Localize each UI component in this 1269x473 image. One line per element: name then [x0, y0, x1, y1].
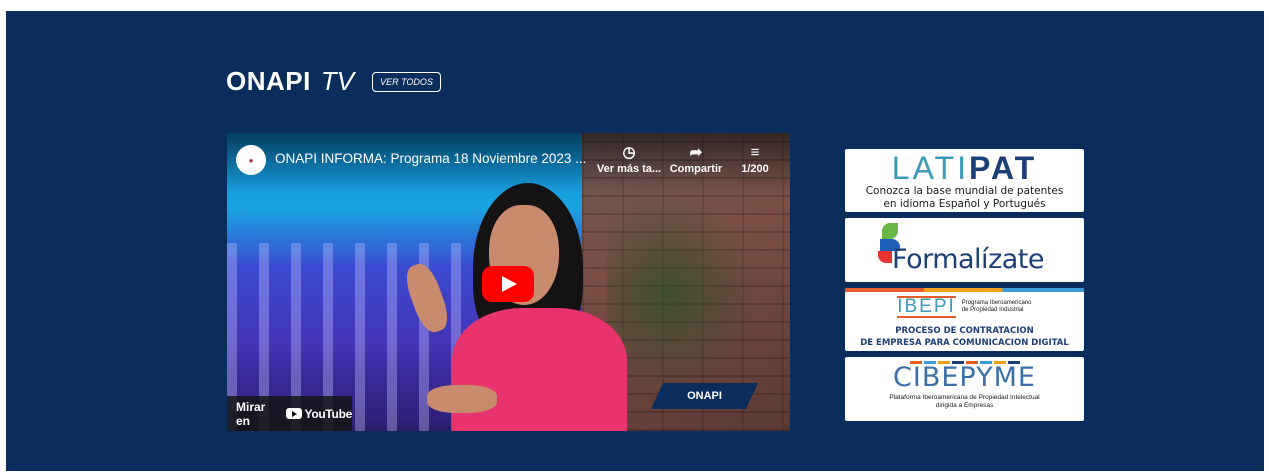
video-thumbnail-hand	[427, 385, 497, 413]
playlist-button[interactable]: ≡ 1/200	[735, 143, 775, 175]
cibepyme-logo: CIBEPYME	[893, 362, 1036, 393]
cibepyme-line1: Plataforma Iberoamericana de Propiedad I…	[889, 394, 1040, 401]
watch-on-label: Mirar en	[236, 399, 266, 428]
youtube-logo: YouTube	[285, 406, 353, 421]
ibepi-title-line2: DE EMPRESA PARA COMUNICACION DIGITAL	[860, 338, 1069, 348]
ibepi-banner[interactable]: IBEPI Programa Iberoamericano de Propied…	[845, 288, 1084, 351]
playlist-icon: ≡	[750, 144, 760, 161]
youtube-video-embed[interactable]: ● ONAPI INFORMA: Programa 18 Noviembre 2…	[227, 133, 790, 431]
brand-tv-label: TV	[320, 66, 355, 96]
formalizate-logo: Formalízate	[892, 244, 1044, 275]
watch-on-youtube-button[interactable]: Mirar en YouTube	[227, 396, 352, 431]
latipat-line1: Conozca la base mundial de patentes	[865, 185, 1064, 197]
ibepi-logo: IBEPI	[897, 296, 956, 318]
ibepi-title-line1: PROCESO DE CONTRATACION	[895, 326, 1034, 336]
playlist-count: 1/200	[741, 163, 769, 175]
formalizate-banner[interactable]: Formalízate	[845, 218, 1084, 282]
brand-title: ONAPI	[226, 66, 311, 96]
onapi-lower-third: ONAPI	[650, 383, 759, 409]
share-button[interactable]: ➦ Compartir	[667, 143, 725, 175]
channel-avatar[interactable]: ●	[236, 145, 266, 175]
ibepi-color-stripe	[845, 288, 1084, 292]
share-label: Compartir	[669, 163, 723, 175]
youtube-wordmark: YouTube	[304, 406, 353, 421]
video-title[interactable]: ONAPI INFORMA: Programa 18 Noviembre 202…	[275, 151, 587, 166]
watch-later-label: Ver más ta...	[596, 163, 662, 175]
onapi-lower-third-label: ONAPI	[687, 390, 722, 402]
video-thumbnail-presenter-body	[452, 308, 627, 431]
clock-icon: ◷	[622, 144, 636, 161]
view-all-button[interactable]: VER TODOS	[372, 71, 441, 92]
cibepyme-banner[interactable]: CIBEPYME Plataforma Iberoamericana de Pr…	[845, 357, 1084, 421]
video-thumbnail-plant	[607, 193, 757, 393]
youtube-icon	[285, 408, 302, 419]
play-button[interactable]	[482, 266, 534, 302]
latipat-line2: en idioma Español y Portugués	[883, 198, 1046, 210]
watch-later-button[interactable]: ◷ Ver más ta...	[594, 143, 664, 175]
cibepyme-line2: dirigida a Empresas	[935, 402, 994, 409]
section-header: ONAPI TV VER TODOS	[226, 66, 441, 97]
latipat-banner[interactable]: LATIPAT Conozca la base mundial de paten…	[845, 149, 1084, 212]
ibepi-program-name: Programa Iberoamericano de Propiedad Ind…	[961, 300, 1032, 313]
latipat-logo: LATIPAT	[891, 150, 1038, 186]
share-icon: ➦	[689, 144, 703, 161]
